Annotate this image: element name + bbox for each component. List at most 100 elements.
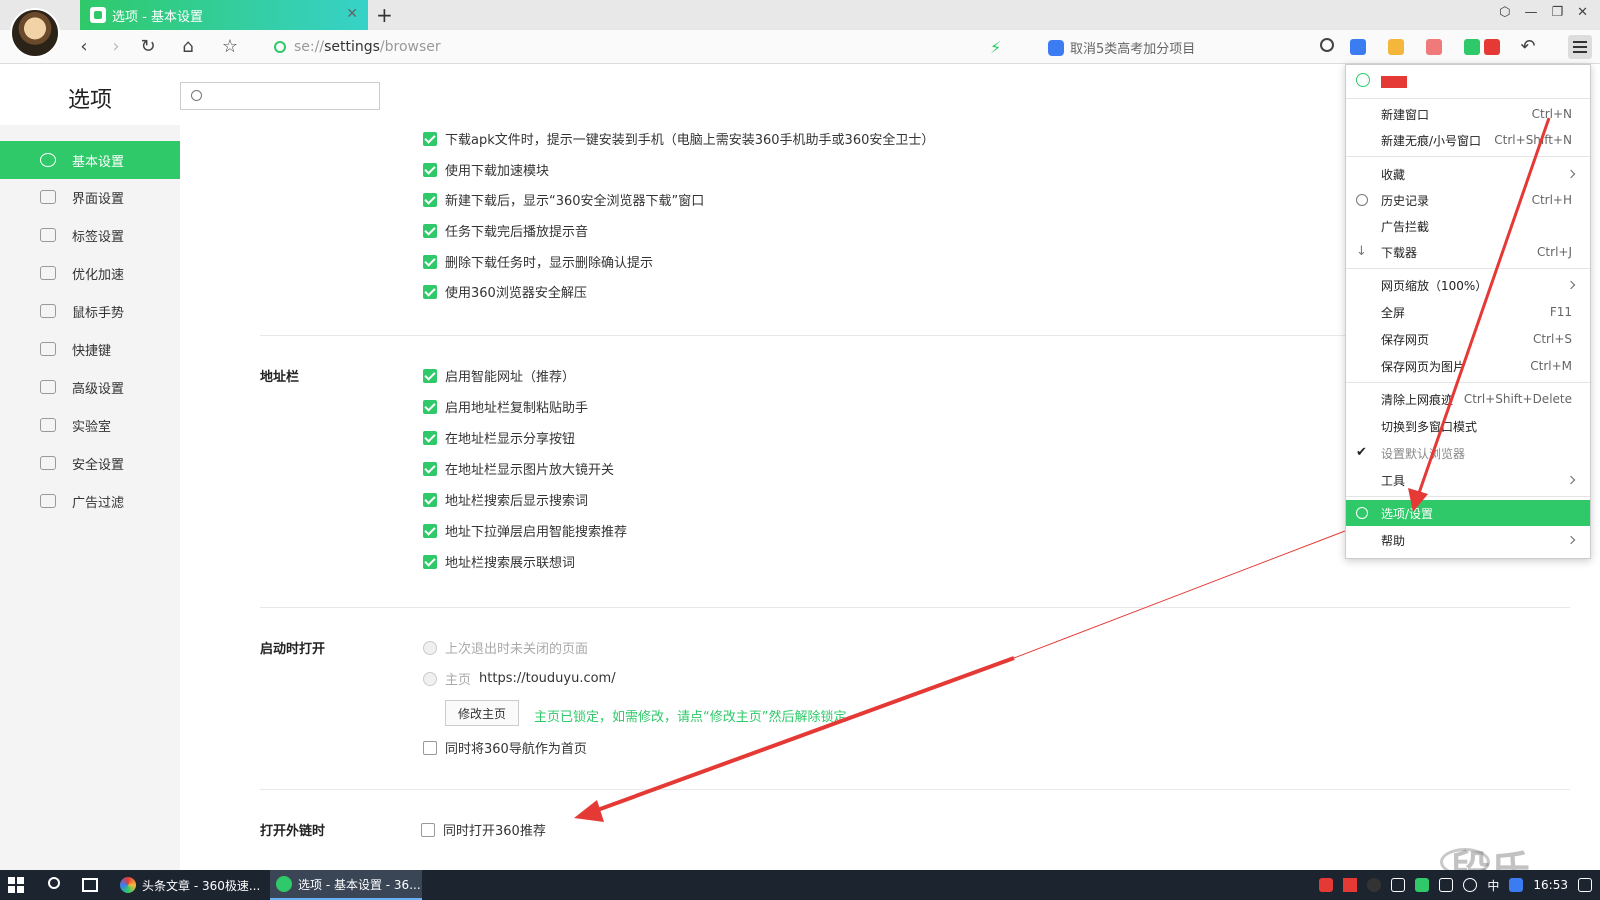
tab-settings[interactable]: 选项 - 基本设置 ✕ — [80, 0, 368, 30]
qq-icon[interactable] — [1367, 878, 1382, 892]
bolt-icon[interactable]: ⚡ — [990, 38, 1001, 57]
usb-icon[interactable] — [1391, 878, 1406, 892]
checkbox-checked[interactable] — [423, 162, 437, 177]
menu-item-incognito-window[interactable]: 新建无痕/小号窗口 Ctrl+Shift+N — [1346, 127, 1590, 153]
sidebar-item-tabs[interactable]: 标签设置 — [0, 216, 180, 254]
clock[interactable]: 16:53 — [1533, 878, 1568, 892]
sidebar-item-security[interactable]: 安全设置 — [0, 444, 180, 482]
menu-item-save-as-image[interactable]: 保存网页为图片 Ctrl+M — [1346, 353, 1590, 379]
360-tray-icon[interactable] — [1319, 878, 1334, 892]
menu-item-adblock[interactable]: 广告拦截 — [1346, 213, 1590, 239]
menu-item-save-page[interactable]: 保存网页 Ctrl+S — [1346, 326, 1590, 352]
menu-item-clear-data[interactable]: 清除上网痕迹 Ctrl+Shift+Delete — [1346, 386, 1590, 412]
checkbox-checked[interactable] — [423, 368, 437, 383]
sidebar-item-lab[interactable]: 实验室 — [0, 406, 180, 444]
ime-indicator[interactable]: 中 — [1487, 877, 1499, 894]
menu-button[interactable] — [1568, 35, 1592, 59]
user-name-redacted[interactable] — [1381, 76, 1407, 88]
menu-item-default-browser[interactable]: ✔ 设置默认浏览器 — [1346, 440, 1590, 466]
video-ext-icon[interactable] — [1484, 39, 1500, 55]
checkbox-checked[interactable] — [423, 492, 437, 507]
address-option[interactable]: 在地址栏显示分享按钮 — [423, 428, 575, 447]
checkbox-checked[interactable] — [423, 523, 437, 538]
menu-item-tools[interactable]: 工具 — [1346, 467, 1590, 493]
checkbox-unchecked[interactable] — [421, 822, 435, 837]
menu-item-options[interactable]: 选项/设置 — [1346, 500, 1590, 526]
address-bar[interactable]: se:// settings /browser — [274, 35, 974, 59]
download-option[interactable]: 下载apk文件时，提示一键安装到手机（电脑上需安装360手机助手或360安全卫士… — [423, 129, 934, 148]
shield-ext-icon[interactable] — [1464, 39, 1480, 55]
star-icon[interactable]: ☆ — [218, 35, 242, 59]
download-option[interactable]: 删除下载任务时，显示删除确认提示 — [423, 252, 653, 271]
forward-icon[interactable]: › — [104, 35, 128, 59]
flag-icon[interactable] — [1343, 878, 1358, 892]
address-option[interactable]: 地址栏搜索展示联想词 — [423, 552, 575, 571]
menu-item-history[interactable]: 历史记录 Ctrl+H — [1346, 187, 1590, 213]
checkbox-checked[interactable] — [423, 131, 437, 146]
undo-icon[interactable]: ↶ — [1516, 35, 1540, 59]
windows-start-icon[interactable] — [8, 877, 24, 893]
sidebar-item-advanced[interactable]: 高级设置 — [0, 368, 180, 406]
menu-item-multi-window[interactable]: 切换到多窗口模式 — [1346, 413, 1590, 439]
menu-item-downloads[interactable]: ↓ 下载器 Ctrl+J — [1346, 239, 1590, 265]
minimize-icon[interactable]: — — [1524, 5, 1537, 20]
checkbox-checked[interactable] — [423, 284, 437, 299]
sidebar-item-shortcuts[interactable]: 快捷键 — [0, 330, 180, 368]
checkbox-checked[interactable] — [423, 554, 437, 569]
close-window-icon[interactable]: ✕ — [1577, 5, 1588, 20]
network-icon[interactable] — [1439, 878, 1454, 892]
checkbox-unchecked[interactable] — [423, 740, 437, 755]
translate-icon[interactable] — [1388, 39, 1404, 55]
settings-search-input[interactable] — [180, 82, 380, 110]
checkbox-checked[interactable] — [423, 254, 437, 269]
checkbox-checked[interactable] — [423, 192, 437, 207]
address-option[interactable]: 地址栏搜索后显示搜索词 — [423, 490, 588, 509]
startup-option-last-session[interactable]: 上次退出时未关闭的页面 — [423, 638, 588, 657]
checkbox-checked[interactable] — [423, 223, 437, 238]
maximize-icon[interactable]: ❐ — [1551, 5, 1563, 20]
input-method-icon[interactable] — [1509, 878, 1524, 892]
checkbox-checked[interactable] — [423, 430, 437, 445]
menu-item-zoom[interactable]: 网页缩放（100%） — [1346, 272, 1590, 298]
home-icon[interactable]: ⌂ — [176, 35, 200, 59]
taskbar-app-settings[interactable]: 选项 - 基本设置 - 36... — [270, 870, 422, 900]
avatar[interactable] — [10, 8, 60, 58]
download-option[interactable]: 任务下载完后播放提示音 — [423, 221, 588, 240]
close-icon[interactable]: ✕ — [346, 6, 358, 22]
address-option[interactable]: 地址下拉弹层启用智能搜索推荐 — [423, 521, 627, 540]
menu-item-favorites[interactable]: 收藏 — [1346, 161, 1590, 187]
address-option[interactable]: 启用地址栏复制粘贴助手 — [423, 397, 588, 416]
download-option[interactable]: 新建下载后，显示“360安全浏览器下载”窗口 — [423, 190, 704, 209]
task-view-icon[interactable] — [82, 878, 98, 892]
shield-icon[interactable] — [1415, 878, 1430, 892]
reload-icon[interactable]: ↻ — [136, 35, 160, 59]
menu-item-fullscreen[interactable]: 全屏 F11 — [1346, 299, 1590, 325]
apps-icon[interactable] — [1350, 39, 1366, 55]
edit-homepage-button[interactable]: 修改主页 — [445, 700, 519, 726]
startup-option-homepage[interactable]: 主页 https://touduyu.com/ — [423, 669, 616, 688]
search-icon[interactable] — [48, 877, 60, 889]
sidebar-item-basic[interactable]: 基本设置 — [0, 141, 180, 179]
checkbox-checked[interactable] — [423, 461, 437, 476]
new-tab-button[interactable]: + — [376, 3, 393, 27]
sidebar-item-mouse[interactable]: 鼠标手势 — [0, 292, 180, 330]
startup-option-nav-home[interactable]: 同时将360导航作为首页 — [423, 738, 587, 757]
menu-item-new-window[interactable]: 新建窗口 Ctrl+N — [1346, 101, 1590, 127]
notification-icon[interactable] — [1578, 878, 1592, 892]
radio-button[interactable] — [423, 640, 437, 655]
volume-icon[interactable] — [1463, 878, 1478, 892]
search-icon[interactable] — [1320, 38, 1334, 52]
checkbox-checked[interactable] — [423, 399, 437, 414]
sidebar-item-interface[interactable]: 界面设置 — [0, 178, 180, 216]
download-option[interactable]: 使用下载加速模块 — [423, 160, 549, 179]
skin-icon[interactable]: ⬡ — [1499, 5, 1510, 20]
taskbar-app-toutiao[interactable]: 头条文章 - 360极速... — [114, 870, 266, 900]
back-icon[interactable]: ‹ — [72, 35, 96, 59]
address-option[interactable]: 在地址栏显示图片放大镜开关 — [423, 459, 614, 478]
sidebar-item-adblock[interactable]: 广告过滤 — [0, 482, 180, 520]
address-option[interactable]: 启用智能网址（推荐） — [423, 366, 575, 385]
sidebar-item-optimize[interactable]: 优化加速 — [0, 254, 180, 292]
dict-icon[interactable] — [1426, 39, 1442, 55]
user-icon[interactable] — [1356, 73, 1370, 87]
external-link-option[interactable]: 同时打开360推荐 — [421, 820, 546, 839]
